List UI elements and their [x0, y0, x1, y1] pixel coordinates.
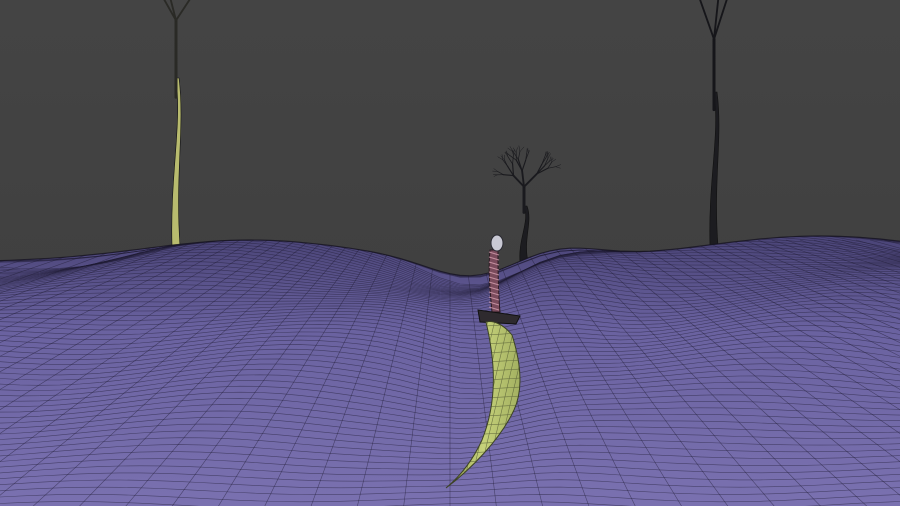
- scene-canvas[interactable]: [0, 0, 900, 506]
- 3d-viewport[interactable]: [0, 0, 900, 506]
